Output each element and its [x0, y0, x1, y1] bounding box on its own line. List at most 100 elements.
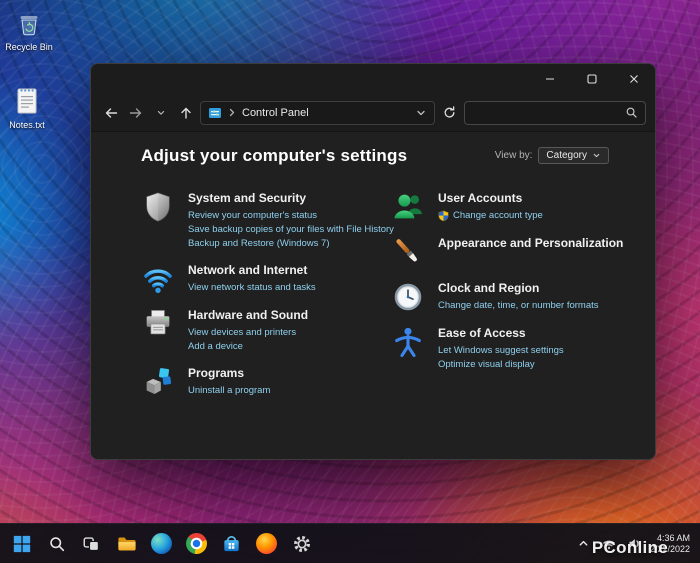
paintbrush-icon[interactable] [391, 235, 425, 269]
category-user-accounts: User Accounts Change account type [391, 190, 623, 224]
accessibility-icon[interactable] [391, 325, 425, 359]
forward-button[interactable] [125, 101, 146, 125]
category-link[interactable]: Add a device [188, 340, 308, 354]
system-tray: 4:36 AM 2/22/2022 [575, 532, 700, 556]
address-bar[interactable]: Control Panel [200, 101, 435, 125]
view-by-dropdown[interactable]: Category [538, 147, 609, 164]
category-link[interactable]: Let Windows suggest settings [438, 344, 564, 358]
category-grid: System and Security Review your computer… [141, 190, 609, 410]
settings-button[interactable] [285, 527, 318, 560]
category-text: Programs Uninstall a program [188, 365, 270, 398]
recent-locations-button[interactable] [150, 101, 171, 125]
window-controls [529, 64, 655, 94]
back-button[interactable] [100, 101, 121, 125]
category-title[interactable]: Network and Internet [188, 263, 316, 277]
category-link-label: Change account type [453, 209, 543, 223]
desktop-icon-label: Notes.txt [9, 120, 45, 130]
forward-arrow-icon [128, 105, 144, 121]
programs-icon[interactable] [141, 365, 175, 399]
desktop-icon-recycle-bin[interactable]: Recycle Bin [0, 8, 62, 52]
category-title[interactable]: System and Security [188, 191, 391, 205]
view-by-label: View by: [495, 150, 533, 161]
category-link[interactable]: Save backup copies of your files with Fi… [188, 223, 391, 237]
close-icon [629, 74, 639, 84]
category-text: User Accounts Change account type [438, 190, 543, 223]
file-explorer-button[interactable] [110, 527, 143, 560]
edge-icon [151, 533, 172, 554]
view-by-value: Category [546, 150, 587, 161]
category-text: Network and Internet View network status… [188, 262, 316, 295]
up-arrow-icon [178, 105, 194, 121]
shield-icon[interactable] [141, 190, 175, 224]
category-link[interactable]: View network status and tasks [188, 281, 316, 295]
view-by: View by: Category [495, 147, 609, 164]
address-dropdown-icon[interactable] [415, 107, 427, 119]
up-button[interactable] [175, 101, 196, 125]
desktop-icon-label: Recycle Bin [5, 42, 53, 52]
category-title[interactable]: Hardware and Sound [188, 308, 308, 322]
search-button[interactable] [40, 527, 73, 560]
back-arrow-icon [103, 105, 119, 121]
category-title[interactable]: Programs [188, 366, 270, 380]
windows-logo-icon [12, 534, 32, 554]
volume-button[interactable] [625, 532, 643, 556]
category-clock-and-region: Clock and Region Change date, time, or n… [391, 280, 623, 314]
category-title[interactable]: Ease of Access [438, 326, 564, 340]
edge-button[interactable] [145, 527, 178, 560]
category-link[interactable]: View devices and printers [188, 326, 308, 340]
taskbar-clock[interactable]: 4:36 AM 2/22/2022 [650, 533, 690, 555]
taskbar-apps [0, 527, 318, 560]
desktop: Recycle Bin Notes.txt [0, 0, 700, 563]
category-link[interactable]: Optimize visual display [438, 358, 564, 372]
category-title[interactable]: User Accounts [438, 191, 543, 205]
breadcrumb-chevron-icon [227, 107, 237, 118]
minimize-button[interactable] [529, 64, 571, 94]
close-button[interactable] [613, 64, 655, 94]
category-link[interactable]: Change date, time, or number formats [438, 299, 599, 313]
maximize-icon [587, 74, 597, 84]
firefox-button[interactable] [250, 527, 283, 560]
refresh-button[interactable] [439, 101, 460, 125]
task-view-button[interactable] [75, 527, 108, 560]
search-input[interactable] [472, 107, 625, 119]
breadcrumb[interactable]: Control Panel [242, 107, 309, 119]
category-text: Appearance and Personalization [438, 235, 623, 254]
chrome-icon [186, 533, 207, 554]
minimize-icon [545, 74, 555, 84]
printer-icon[interactable] [141, 307, 175, 341]
search-box [464, 101, 646, 125]
store-button[interactable] [215, 527, 248, 560]
desktop-icon-notes-txt[interactable]: Notes.txt [0, 84, 60, 130]
category-link[interactable]: Review your computer's status [188, 209, 391, 223]
start-button[interactable] [5, 527, 38, 560]
category-column-right: User Accounts Change account type [391, 190, 623, 410]
firefox-icon [256, 533, 277, 554]
category-title[interactable]: Appearance and Personalization [438, 236, 623, 250]
network-button[interactable] [600, 532, 618, 556]
folder-icon [116, 533, 137, 554]
category-link[interactable]: Uninstall a program [188, 384, 270, 398]
clock-icon[interactable] [391, 280, 425, 314]
category-column-left: System and Security Review your computer… [141, 190, 391, 410]
category-appearance-and-personalization: Appearance and Personalization [391, 235, 623, 269]
category-link[interactable]: Change account type [438, 209, 543, 223]
category-title[interactable]: Clock and Region [438, 281, 599, 295]
category-text: Ease of Access Let Windows suggest setti… [438, 325, 564, 372]
wifi-icon [602, 537, 616, 550]
text-file-icon [11, 84, 43, 118]
titlebar[interactable] [91, 64, 655, 94]
user-icon[interactable] [391, 190, 425, 224]
category-system-and-security: System and Security Review your computer… [141, 190, 391, 251]
chevron-down-icon [155, 107, 167, 119]
wifi-icon[interactable] [141, 262, 175, 296]
category-link[interactable]: Backup and Restore (Windows 7) [188, 237, 391, 251]
taskbar: 4:36 AM 2/22/2022 [0, 523, 700, 563]
search-icon [48, 535, 66, 553]
recycle-bin-icon [13, 8, 45, 40]
chrome-button[interactable] [180, 527, 213, 560]
chevron-down-icon [592, 151, 601, 160]
maximize-button[interactable] [571, 64, 613, 94]
hidden-icons-button[interactable] [575, 532, 593, 556]
store-icon [221, 533, 242, 554]
speaker-icon [627, 537, 641, 550]
